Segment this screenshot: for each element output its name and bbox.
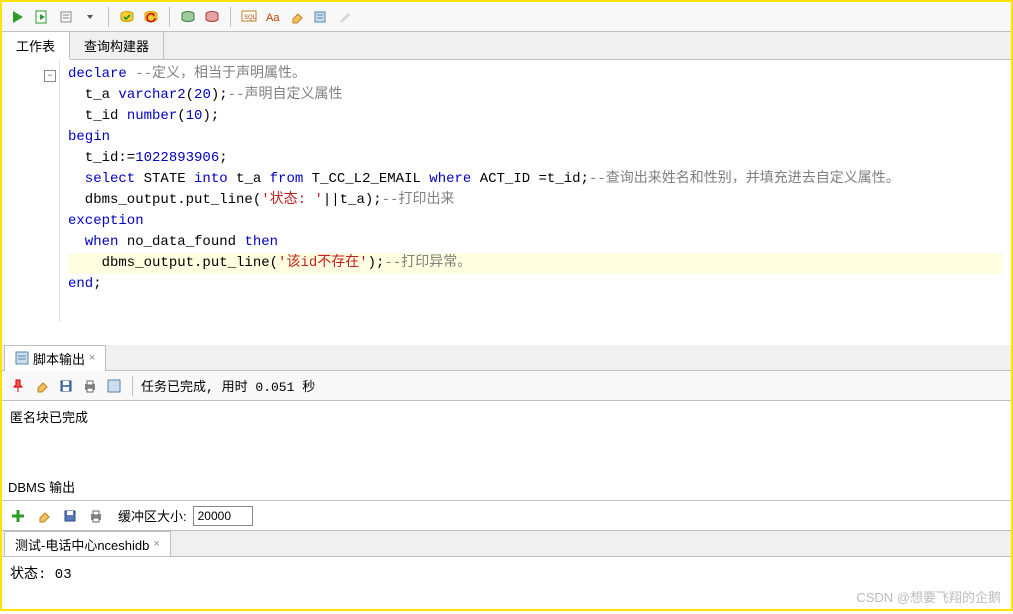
db-icon-1[interactable] bbox=[178, 7, 198, 27]
eraser-icon[interactable] bbox=[32, 376, 52, 396]
status-text: 任务已完成, 用时 0.051 秒 bbox=[141, 376, 315, 395]
run-icon[interactable] bbox=[8, 7, 28, 27]
output-icon bbox=[15, 351, 29, 365]
dropdown-icon[interactable] bbox=[80, 7, 100, 27]
dbms-title: DBMS 输出 bbox=[2, 473, 1011, 501]
tab-query-builder[interactable]: 查询构建器 bbox=[70, 32, 164, 59]
pin-icon[interactable] bbox=[8, 376, 28, 396]
eraser-icon[interactable] bbox=[34, 506, 54, 526]
disabled-tool-icon bbox=[335, 7, 355, 27]
tab-script-output[interactable]: 脚本输出 × bbox=[4, 345, 106, 371]
close-icon[interactable]: × bbox=[153, 538, 159, 550]
output-body: 匿名块已完成 bbox=[2, 401, 1011, 432]
output-toolbar: 任务已完成, 用时 0.051 秒 bbox=[2, 371, 1011, 401]
tab-connection[interactable]: 测试-电话中心nceshidb × bbox=[4, 531, 171, 556]
case-icon[interactable]: Aa bbox=[263, 7, 283, 27]
main-toolbar: SQL Aa bbox=[2, 2, 1011, 32]
close-icon[interactable]: × bbox=[89, 352, 95, 364]
print-icon[interactable] bbox=[86, 506, 106, 526]
save-icon[interactable] bbox=[60, 506, 80, 526]
history-icon[interactable] bbox=[311, 7, 331, 27]
code-editor[interactable]: − declare --定义，相当于声明属性。 t_a varchar2(20)… bbox=[2, 60, 1011, 322]
buffer-input[interactable] bbox=[193, 506, 253, 526]
save-icon[interactable] bbox=[56, 376, 76, 396]
editor-tabs: 工作表 查询构建器 bbox=[2, 32, 1011, 60]
dbms-output-body: 状态: 03 bbox=[2, 557, 1011, 589]
svg-text:Aa: Aa bbox=[266, 12, 280, 24]
connection-tabs: 测试-电话中心nceshidb × bbox=[2, 531, 1011, 557]
svg-text:SQL: SQL bbox=[244, 15, 257, 21]
code-area[interactable]: declare --定义，相当于声明属性。 t_a varchar2(20);-… bbox=[60, 60, 1011, 322]
explain-icon[interactable] bbox=[56, 7, 76, 27]
print-icon[interactable] bbox=[80, 376, 100, 396]
sql-icon[interactable]: SQL bbox=[239, 7, 259, 27]
commit-icon[interactable] bbox=[117, 7, 137, 27]
buffer-label: 缓冲区大小: bbox=[118, 506, 187, 525]
gutter: − bbox=[2, 60, 60, 322]
tab-worksheet[interactable]: 工作表 bbox=[2, 32, 70, 60]
sql-result-icon[interactable] bbox=[104, 376, 124, 396]
db-icon-2[interactable] bbox=[202, 7, 222, 27]
add-icon[interactable] bbox=[8, 506, 28, 526]
eraser-icon[interactable] bbox=[287, 7, 307, 27]
dbms-toolbar: 缓冲区大小: bbox=[2, 501, 1011, 531]
fold-icon[interactable]: − bbox=[44, 70, 56, 82]
run-script-icon[interactable] bbox=[32, 7, 52, 27]
rollback-icon[interactable] bbox=[141, 7, 161, 27]
output-tabs: 脚本输出 × bbox=[2, 345, 1011, 371]
